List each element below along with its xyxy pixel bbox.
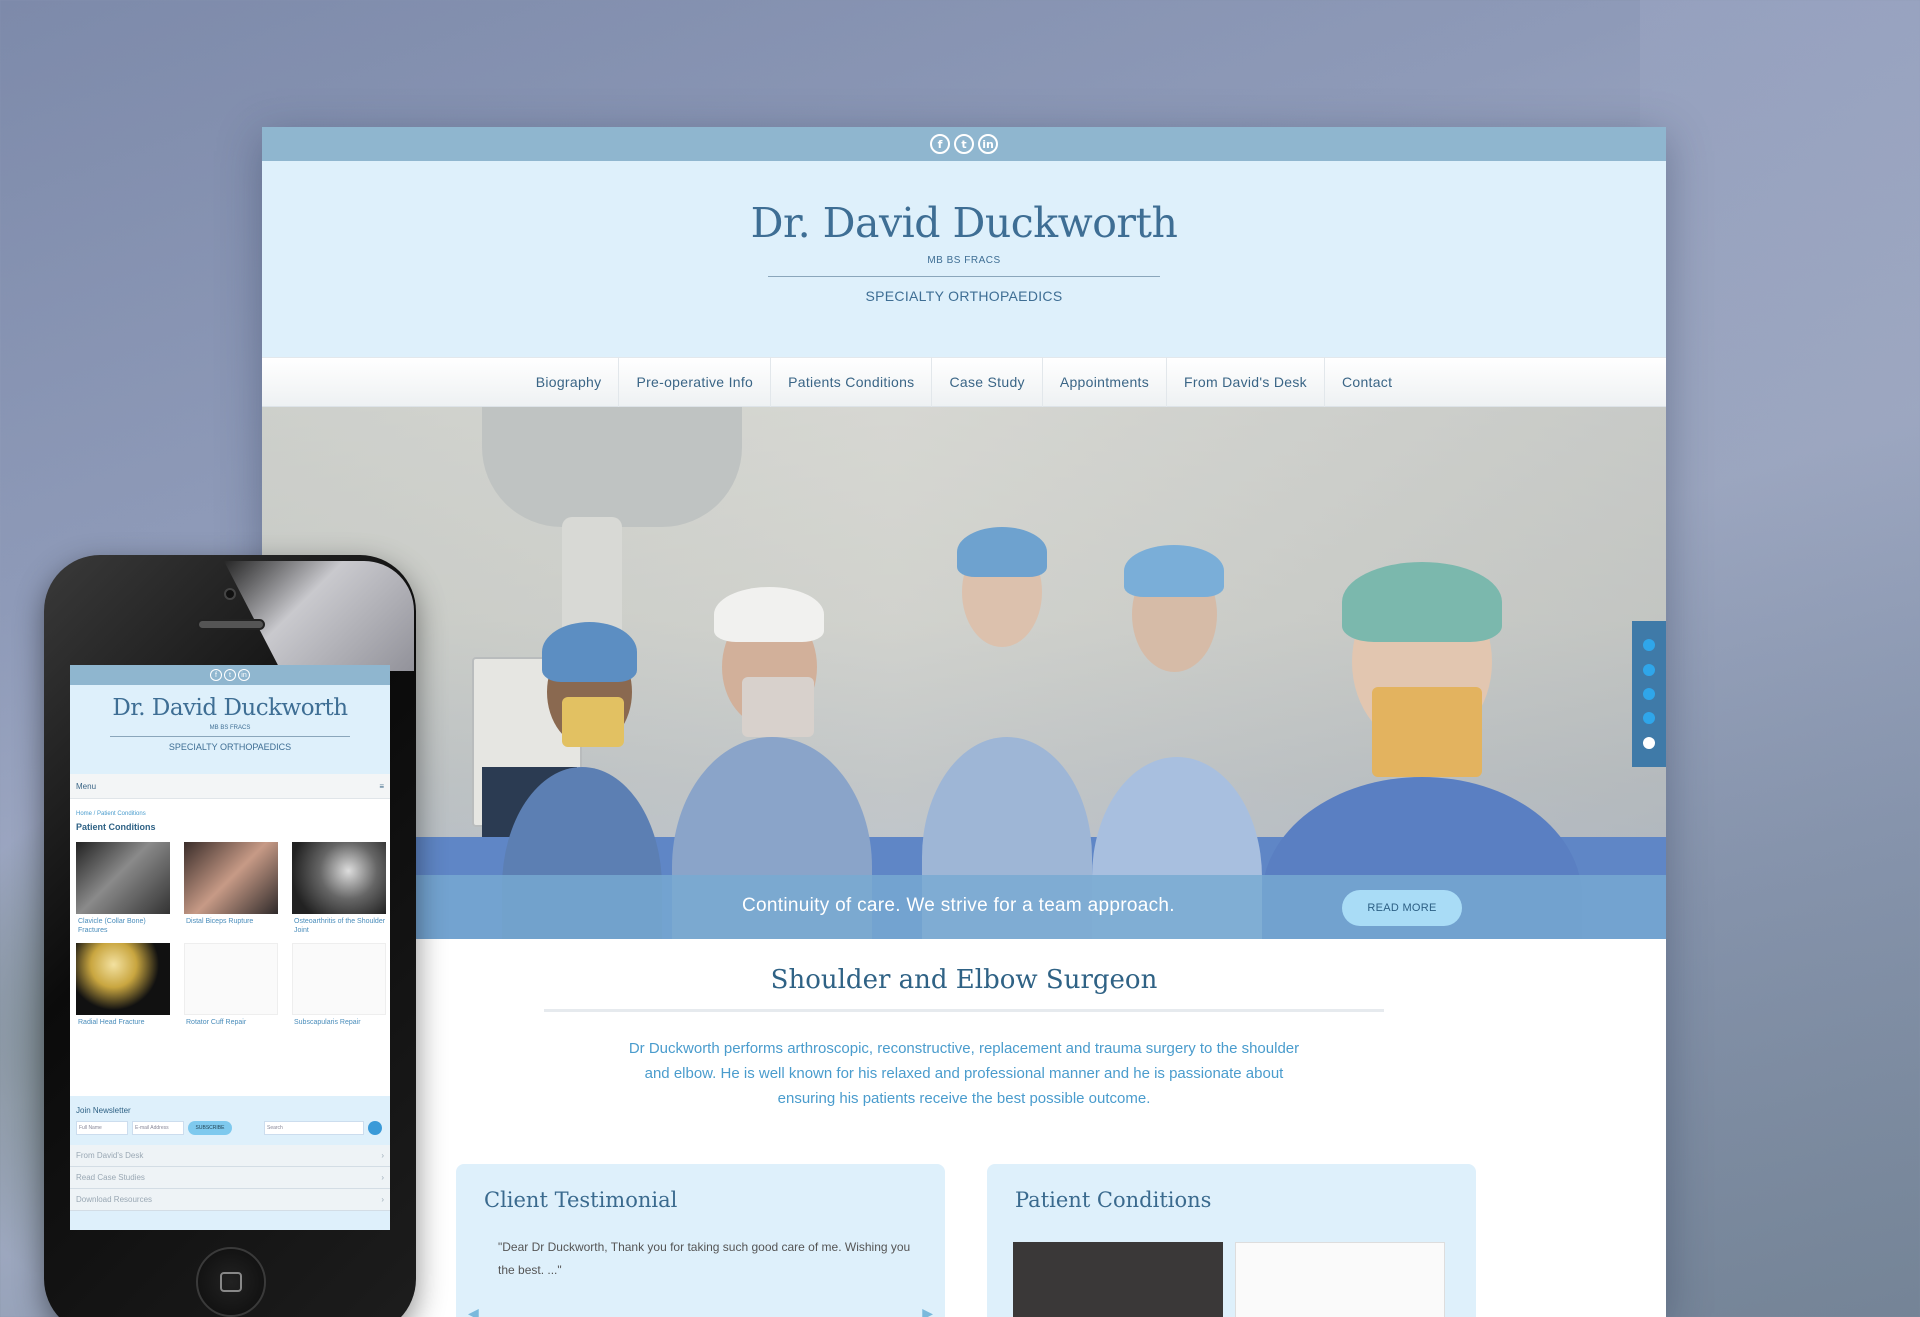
mobile-tagline: SPECIALTY ORTHOPAEDICS	[168, 742, 292, 752]
testimonial-title: Client Testimonial	[484, 1188, 678, 1212]
home-button[interactable]	[196, 1247, 266, 1317]
newsletter-title: Join Newsletter	[76, 1106, 131, 1115]
slide-dot[interactable]	[1643, 639, 1655, 652]
tagline: SPECIALTY ORTHOPAEDICS	[865, 288, 1063, 304]
search-input[interactable]: Search	[264, 1121, 364, 1135]
credentials: MB BS FRACS	[927, 255, 1001, 266]
condition-thumbnail[interactable]	[1013, 1242, 1223, 1317]
condition-label: Rotator Cuff Repair	[186, 1019, 247, 1026]
testimonial-quote: "Dear Dr Duckworth, Thank you for taking…	[498, 1240, 911, 1277]
condition-thumbnail[interactable]	[1235, 1242, 1445, 1317]
mobile-credentials: MB BS FRACS	[209, 725, 251, 731]
condition-image	[76, 842, 170, 914]
condition-label: Distal Biceps Rupture	[186, 918, 254, 925]
mobile-menu-bar[interactable]: Menu ≡	[70, 774, 390, 799]
condition-item[interactable]: Distal Biceps Rupture	[184, 842, 278, 935]
nav-case-study[interactable]: Case Study	[931, 357, 1041, 407]
link-download-resources[interactable]: Download Resources ›	[70, 1189, 390, 1211]
search-icon[interactable]	[368, 1121, 382, 1135]
read-more-button[interactable]: READ MORE	[1342, 890, 1462, 926]
hero-caption: Continuity of care. We strive for a team…	[742, 895, 1175, 916]
twitter-icon[interactable]: t	[224, 669, 236, 681]
surgical-lamp	[482, 407, 742, 527]
mobile-logo[interactable]: Dr. David Duckworth	[70, 695, 390, 721]
full-name-input[interactable]: Full Name	[76, 1121, 128, 1135]
site-logo[interactable]: Dr. David Duckworth	[262, 199, 1666, 247]
condition-label: Radial Head Fracture	[78, 1019, 145, 1026]
newsletter-section: Join Newsletter Full Name E-mail Address…	[70, 1096, 390, 1230]
nav-pre-operative-info[interactable]: Pre-operative Info	[618, 357, 770, 407]
condition-label: Subscapularis Repair	[294, 1019, 361, 1026]
condition-item[interactable]: Subscapularis Repair	[292, 943, 386, 1027]
condition-image	[76, 943, 170, 1015]
background-blur-right	[1640, 0, 1920, 1317]
link-read-case-studies[interactable]: Read Case Studies ›	[70, 1167, 390, 1189]
intro-divider	[544, 1009, 1384, 1012]
hero-slider: Continuity of care. We strive for a team…	[262, 407, 1666, 939]
site-header: Dr. David Duckworth MB BS FRACS SPECIALT…	[262, 161, 1666, 357]
condition-item[interactable]: Rotator Cuff Repair	[184, 943, 278, 1027]
facebook-icon[interactable]: f	[930, 134, 950, 154]
camera	[224, 588, 236, 600]
speaker	[197, 619, 265, 630]
slide-dot[interactable]	[1643, 712, 1655, 725]
phone-mockup: f t in Dr. David Duckworth MB BS FRACS S…	[44, 555, 416, 1317]
condition-item[interactable]: Osteoarthritis of the Shoulder Joint	[292, 842, 386, 935]
nav-patients-conditions[interactable]: Patients Conditions	[770, 357, 931, 407]
intro-text: Dr Duckworth performs arthroscopic, reco…	[628, 1040, 1300, 1107]
conditions-card-title: Patient Conditions	[1015, 1188, 1212, 1212]
mobile-links: From David's Desk › Read Case Studies › Do…	[70, 1145, 390, 1211]
condition-label: Osteoarthritis of the Shoulder Joint	[294, 918, 386, 934]
linkedin-icon[interactable]: in	[978, 134, 998, 154]
conditions-card: Patient Conditions	[987, 1164, 1476, 1317]
feature-cards: Client Testimonial "Dear Dr Duckworth, T…	[456, 1164, 1476, 1317]
twitter-icon[interactable]: t	[954, 134, 974, 154]
home-square-icon	[220, 1272, 242, 1292]
mobile-social-bar: f t in	[70, 665, 390, 685]
condition-item[interactable]: Clavicle (Collar Bone) Fractures	[76, 842, 170, 935]
next-arrow-icon[interactable]: ▶	[922, 1305, 933, 1317]
conditions-grid: Clavicle (Collar Bone) Fractures Distal …	[76, 842, 390, 1027]
testimonial-card: Client Testimonial "Dear Dr Duckworth, T…	[456, 1164, 945, 1317]
condition-image	[184, 943, 278, 1015]
prev-arrow-icon[interactable]: ◀	[468, 1305, 479, 1317]
hero-caption-bar: Continuity of care. We strive for a team…	[262, 875, 1666, 939]
condition-label: Clavicle (Collar Bone) Fractures	[78, 918, 146, 934]
nav-contact[interactable]: Contact	[1323, 357, 1409, 407]
chevron-right-icon: ›	[381, 1151, 384, 1160]
condition-image	[292, 943, 386, 1015]
slide-dot[interactable]	[1643, 663, 1655, 676]
facebook-icon[interactable]: f	[210, 669, 222, 681]
slide-dot[interactable]	[1643, 687, 1655, 700]
desktop-site: f t in Dr. David Duckworth MB BS FRACS S…	[262, 127, 1666, 1317]
header-divider	[768, 276, 1160, 277]
hamburger-icon[interactable]: ≡	[379, 782, 384, 791]
mobile-screen: f t in Dr. David Duckworth MB BS FRACS S…	[70, 665, 390, 1230]
nav-from-davids-desk[interactable]: From David's Desk	[1166, 357, 1324, 407]
slide-dot-active[interactable]	[1643, 736, 1655, 749]
subscribe-button[interactable]: SUBSCRIBE	[188, 1121, 232, 1135]
menu-label: Menu	[76, 781, 97, 791]
condition-item[interactable]: Radial Head Fracture	[76, 943, 170, 1027]
breadcrumb[interactable]: Home / Patient Conditions	[76, 811, 390, 817]
page-title: Patient Conditions	[76, 822, 156, 832]
chevron-right-icon: ›	[381, 1173, 384, 1182]
condition-image	[292, 842, 386, 914]
chevron-right-icon: ›	[381, 1195, 384, 1204]
main-nav: Biography Pre-operative Info Patients Co…	[262, 357, 1666, 407]
linkedin-icon[interactable]: in	[238, 669, 250, 681]
social-bar: f t in	[262, 127, 1666, 161]
slider-pagination	[1632, 621, 1666, 767]
nav-appointments[interactable]: Appointments	[1041, 357, 1166, 407]
intro-heading: Shoulder and Elbow Surgeon	[770, 965, 1158, 995]
email-input[interactable]: E-mail Address	[132, 1121, 184, 1135]
nav-biography[interactable]: Biography	[519, 357, 619, 407]
mobile-header: Dr. David Duckworth MB BS FRACS SPECIALT…	[70, 685, 390, 774]
link-from-davids-desk[interactable]: From David's Desk ›	[70, 1145, 390, 1167]
condition-image	[184, 842, 278, 914]
intro-section: Shoulder and Elbow Surgeon Dr Duckworth …	[262, 939, 1666, 1111]
newsletter-form: Full Name E-mail Address SUBSCRIBE Searc…	[76, 1121, 384, 1135]
